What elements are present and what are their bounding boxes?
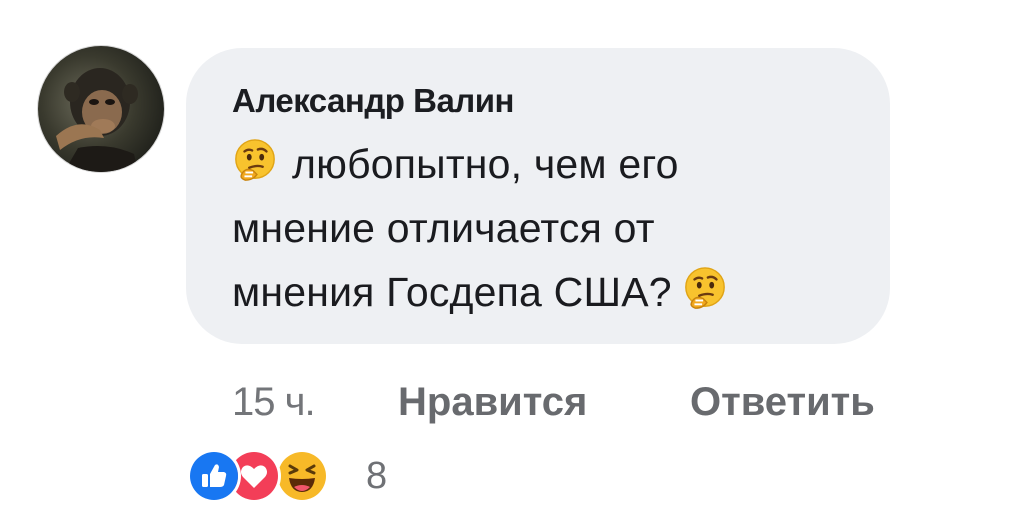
comment-line-1: любопытно, чем его: [232, 132, 872, 196]
comment-line-3-text: мнения Госдепа США?: [232, 269, 672, 315]
comment-author[interactable]: Александр Валин: [232, 82, 514, 120]
comment-line-3: мнения Госдепа США?: [232, 260, 872, 324]
comment-timestamp[interactable]: 15 ч.: [232, 376, 316, 428]
reactions-count[interactable]: 8: [366, 452, 387, 500]
comment: Александр Валин любопытно, чем его мнени…: [0, 0, 1014, 523]
haha-icon: [278, 452, 326, 500]
avatar[interactable]: [38, 46, 164, 172]
like-icon: [190, 452, 238, 500]
comment-line-1-text: любопытно, чем его: [292, 141, 679, 187]
reply-button[interactable]: Ответить: [690, 376, 875, 428]
like-button[interactable]: Нравится: [398, 376, 587, 428]
thinking-face-icon: [235, 139, 275, 181]
comment-line-2: мнение отличается от: [232, 205, 655, 251]
thinking-face-icon: [684, 267, 725, 309]
comment-text: любопытно, чем его мнение отличается от …: [232, 132, 872, 324]
chimp-photo-icon: [56, 68, 138, 172]
